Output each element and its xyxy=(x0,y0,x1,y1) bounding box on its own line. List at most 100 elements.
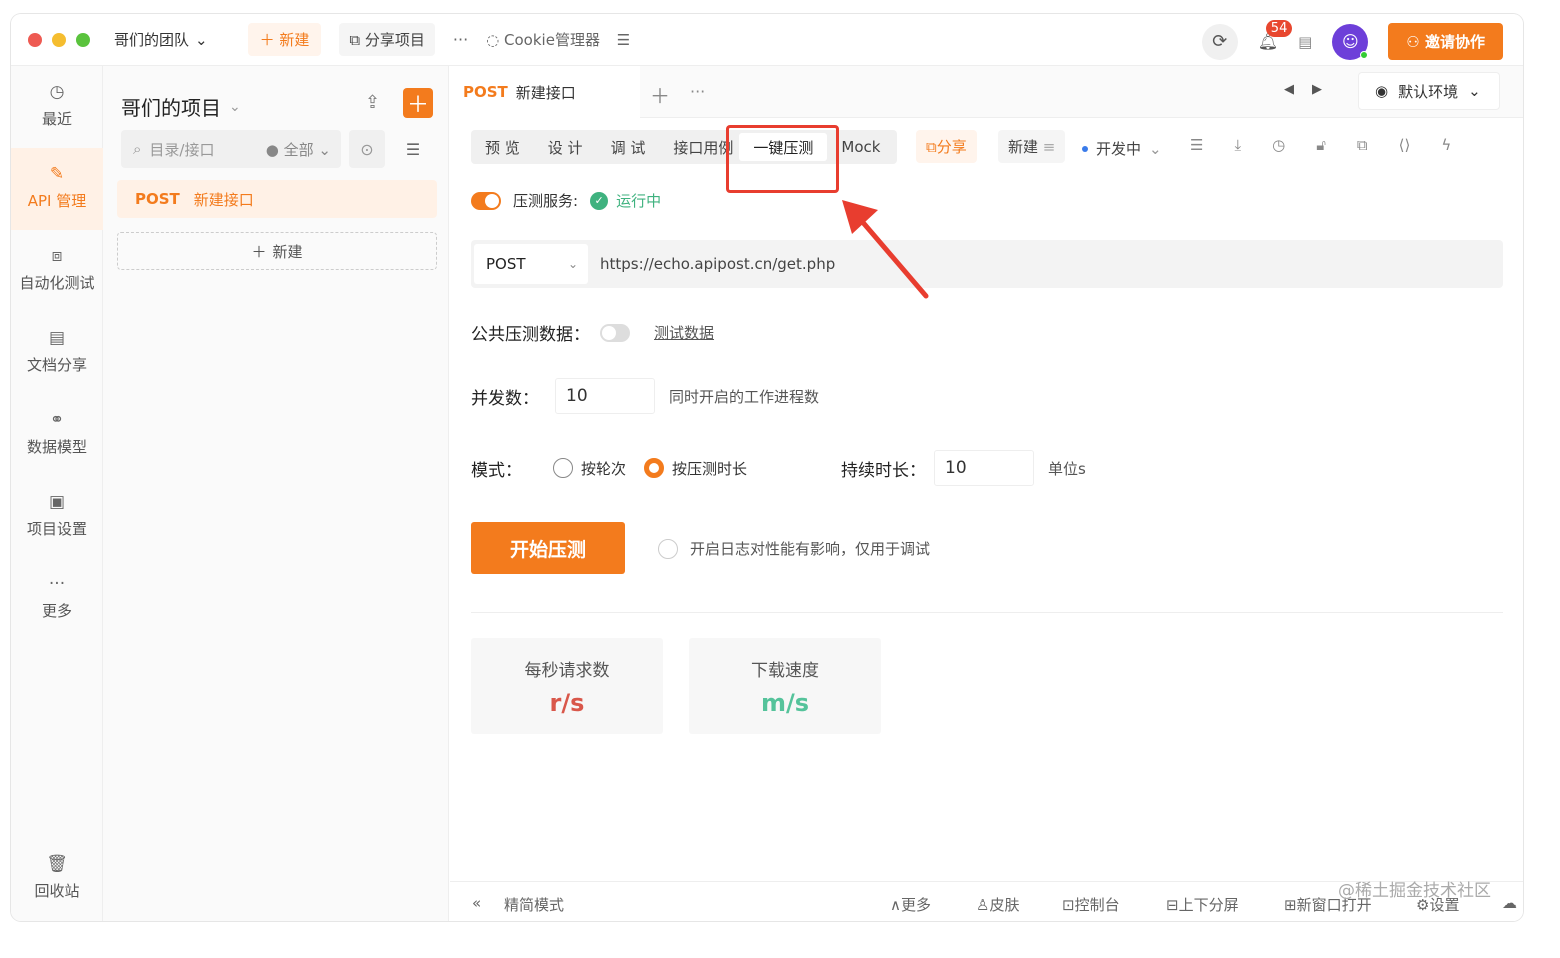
collapse-icon: ☰ xyxy=(616,31,631,49)
nav-item-more[interactable]: ··· 更多 xyxy=(11,574,103,621)
code-icon[interactable]: ⟨⟩ xyxy=(1399,136,1411,154)
next-tab-icon[interactable]: ▶ xyxy=(1312,82,1322,97)
avatar[interactable]: ☺ xyxy=(1332,23,1369,60)
method-select[interactable]: POST ⌄ xyxy=(474,244,588,284)
sync-icon[interactable]: ⟳ xyxy=(1201,23,1238,60)
add-button[interactable]: ＋ xyxy=(403,88,433,118)
lock-icon[interactable]: 🔓︎ xyxy=(1316,136,1326,154)
skin-button[interactable]: ♙皮肤 xyxy=(976,894,1019,915)
share-button[interactable]: ⧉分享 xyxy=(916,130,977,163)
log-option[interactable]: 开启日志对性能有影响，仅用于调试 xyxy=(658,538,930,559)
stress-service-toggle[interactable] xyxy=(471,191,501,210)
search-placeholder: 目录/接口 xyxy=(149,140,215,159)
nav-item-automation[interactable]: ⧈ 自动化测试 xyxy=(11,246,103,293)
titlebar: 哥们的团队 ⌄ ＋ 新建 ⧉ 分享项目 ··· ◌ Cookie管理器 ☰ ⟳ … xyxy=(11,14,1523,66)
nav-item-models[interactable]: ⚭ 数据模型 xyxy=(11,410,103,457)
start-stress-test-button[interactable]: 开始压测 xyxy=(471,522,625,574)
search-input[interactable]: ⌕ 目录/接口 ● 全部 ⌄ xyxy=(121,130,341,168)
window-controls xyxy=(28,32,90,47)
doc-icon: ▤ xyxy=(48,328,66,348)
simple-mode-toggle[interactable]: 精简模式 xyxy=(504,894,564,915)
nav-item-settings[interactable]: ▣ 项目设置 xyxy=(11,492,103,539)
tab-more-icon[interactable]: ··· xyxy=(690,82,705,101)
more-menu-button[interactable]: ··· xyxy=(453,30,468,49)
public-data-toggle[interactable] xyxy=(600,323,630,342)
new-button[interactable]: ＋ 新建 xyxy=(247,23,322,56)
project-selector[interactable]: 哥们的项目 ⌄ xyxy=(121,92,241,121)
api-tree-panel: 哥们的项目 ⌄ ⇪ ＋ ⌕ 目录/接口 ● 全部 ⌄ ⊙ ☰ POST 新建接口… xyxy=(103,66,449,921)
split-label: 上下分屏 xyxy=(1178,896,1239,914)
tab-new-api[interactable]: POST 新建接口 xyxy=(450,66,640,118)
download-icon[interactable]: ⤓ xyxy=(1234,136,1241,154)
team-selector[interactable]: 哥们的团队 ⌄ xyxy=(114,29,208,50)
minimize-window-button[interactable] xyxy=(52,32,66,47)
concurrency-label: 并发数： xyxy=(471,388,539,409)
concurrency-input[interactable]: 10 xyxy=(555,378,655,414)
pointer-arrow-icon xyxy=(842,200,929,299)
tree-new-button[interactable]: ＋ 新建 xyxy=(117,232,437,270)
nav-item-api[interactable]: ✎ API 管理 xyxy=(11,148,103,230)
log-option-radio[interactable] xyxy=(658,538,678,559)
flash-icon[interactable]: ϟ xyxy=(1441,136,1451,154)
url-input[interactable]: https://echo.apipost.cn/get.php xyxy=(600,255,835,273)
statusbar-more[interactable]: ∧更多 xyxy=(890,894,931,915)
environment-selector[interactable]: ◉ 默认环境 ⌄ xyxy=(1358,72,1500,110)
filter-dropdown[interactable]: ● 全部 ⌄ xyxy=(266,139,331,160)
check-icon: ✓ xyxy=(590,191,609,210)
status-selector[interactable]: 开发中 ⌄ xyxy=(1082,138,1162,159)
app-window: 哥们的团队 ⌄ ＋ 新建 ⧉ 分享项目 ··· ◌ Cookie管理器 ☰ ⟳ … xyxy=(11,14,1523,921)
left-nav: ◷ 最近 ✎ API 管理 ⧈ 自动化测试 ▤ 文档分享 ⚭ 数据模型 ▣ 项目… xyxy=(11,66,103,921)
cloud-icon[interactable]: ☁ xyxy=(1502,894,1517,912)
new-api-button[interactable]: 新建 ≡ xyxy=(998,130,1066,163)
tree-new-label: 新建 xyxy=(272,242,303,261)
radio-rounds[interactable] xyxy=(553,458,573,478)
close-window-button[interactable] xyxy=(28,32,42,47)
nav-label: 自动化测试 xyxy=(19,274,95,292)
tree-item-new-api[interactable]: POST 新建接口 xyxy=(117,180,437,218)
tab-design[interactable]: 设 计 xyxy=(534,133,597,161)
prev-tab-icon[interactable]: ◀ xyxy=(1284,82,1294,97)
highlight-box xyxy=(726,125,839,193)
collapse-icon[interactable]: « xyxy=(472,894,481,912)
sort-icon[interactable]: ☰ xyxy=(395,130,431,168)
tab-preview[interactable]: 预 览 xyxy=(471,133,534,161)
split-button[interactable]: ⊟上下分屏 xyxy=(1166,894,1239,915)
tab-name: 新建接口 xyxy=(515,83,576,102)
concurrency-hint: 同时开启的工作进程数 xyxy=(669,387,820,406)
nav-item-trash[interactable]: 🗑︎ 回收站 xyxy=(11,854,103,901)
radio-duration[interactable] xyxy=(644,458,665,478)
more-icon: ··· xyxy=(48,574,66,594)
notes-icon[interactable]: ▤ xyxy=(1298,33,1312,51)
nav-label: 文档分享 xyxy=(26,356,87,374)
copy-icon[interactable]: ⧉ xyxy=(1357,136,1368,154)
nav-label: 更多 xyxy=(41,602,72,620)
search-icon: ⌕ xyxy=(133,140,142,158)
history-icon[interactable]: ◷ xyxy=(1272,136,1285,154)
mode-label: 模式： xyxy=(471,460,522,481)
mode-by-rounds-option[interactable]: 按轮次 xyxy=(553,458,626,479)
duration-input[interactable]: 10 xyxy=(934,450,1035,486)
mode-by-duration-option[interactable]: 按压测时长 xyxy=(644,458,747,479)
locate-icon[interactable]: ⊙ xyxy=(349,130,385,168)
duration-unit: 单位s xyxy=(1048,459,1086,478)
public-data-label: 公共压测数据： xyxy=(471,325,590,345)
log-option-label: 开启日志对性能有影响，仅用于调试 xyxy=(690,540,931,558)
flow-icon: ⧈ xyxy=(51,246,63,266)
invite-button[interactable]: ⚇ 邀请协作 xyxy=(1388,23,1503,60)
maximize-window-button[interactable] xyxy=(76,32,90,47)
test-data-link[interactable]: 测试数据 xyxy=(654,322,714,343)
cookie-manager-button[interactable]: ◌ Cookie管理器 ☰ xyxy=(486,29,630,50)
nav-item-recent[interactable]: ◷ 最近 xyxy=(11,82,103,129)
public-data-row: 公共压测数据： 测试数据 xyxy=(471,320,714,345)
mode-by-rounds-label: 按轮次 xyxy=(581,459,627,478)
tab-debug[interactable]: 调 试 xyxy=(597,133,660,161)
nav-item-docs[interactable]: ▤ 文档分享 xyxy=(11,328,103,375)
share-project-button[interactable]: ⧉ 分享项目 xyxy=(339,23,435,56)
outline-icon[interactable]: ☰ xyxy=(1190,136,1203,154)
console-button[interactable]: ⊡控制台 xyxy=(1062,894,1120,915)
add-tab-icon[interactable]: ＋ xyxy=(650,80,670,109)
notification-button[interactable]: 🔔︎ 54 xyxy=(1258,20,1293,51)
import-icon[interactable]: ⇪ xyxy=(365,92,380,113)
stress-service-label: 压测服务: xyxy=(513,192,579,210)
model-icon: ⚭ xyxy=(49,410,65,430)
